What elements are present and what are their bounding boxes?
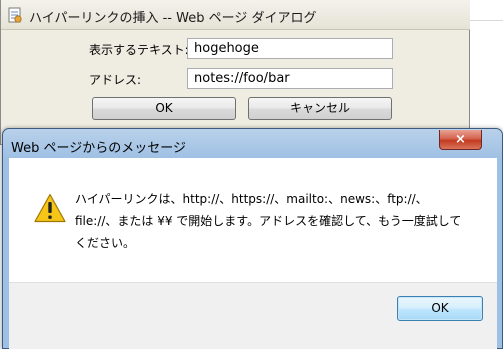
background-divider <box>470 20 503 21</box>
message-text: ハイパーリンクは、http://、https://、mailto:、news:、… <box>75 192 462 250</box>
hyperlink-dialog-title: ハイパーリンクの挿入 -- Web ページ ダイアログ <box>29 11 317 26</box>
page-link-icon <box>8 7 22 23</box>
display-text-input[interactable]: hogehoge <box>187 38 393 59</box>
address-input[interactable]: notes://foo/bar <box>187 68 393 89</box>
message-dialog-title: Web ページからのメッセージ <box>11 141 186 156</box>
hyperlink-dialog: ハイパーリンクの挿入 -- Web ページ ダイアログ 表示するテキスト: ho… <box>0 0 470 145</box>
address-label: アドレス: <box>89 73 142 87</box>
cancel-button[interactable]: キャンセル <box>248 97 392 120</box>
message-ok-button[interactable]: OK <box>397 296 483 321</box>
display-text-label: 表示するテキスト: <box>89 43 189 57</box>
warning-icon <box>34 193 66 223</box>
hyperlink-dialog-titlebar[interactable]: ハイパーリンクの挿入 -- Web ページ ダイアログ <box>1 0 470 30</box>
ok-button[interactable]: OK <box>92 97 236 120</box>
close-button[interactable]: × <box>439 130 482 150</box>
